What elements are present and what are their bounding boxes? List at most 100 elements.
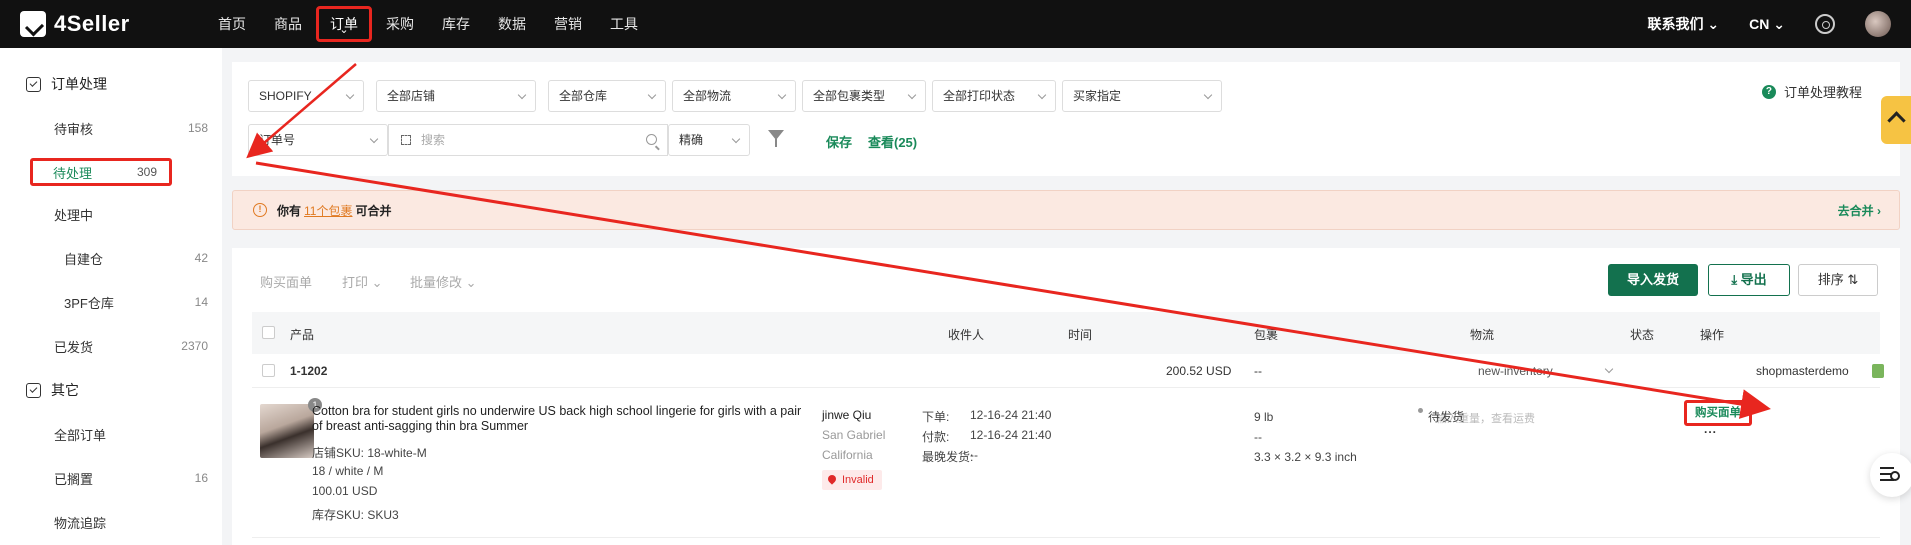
buy-label-button[interactable]: 购买面单 — [1684, 400, 1752, 426]
search-input[interactable]: 搜索 — [388, 124, 668, 156]
nav-data[interactable]: 数据 — [484, 6, 540, 42]
store-select[interactable]: 全部店铺 — [376, 80, 536, 112]
sort-button[interactable]: 排序 ⇅ — [1798, 264, 1878, 296]
product-title[interactable]: Cotton bra for student girls no underwir… — [312, 404, 802, 434]
chevron-down-icon[interactable] — [1604, 364, 1614, 374]
warehouse-select[interactable]: 全部仓库 — [548, 80, 666, 112]
paid-time: 12-16-24 21:40 — [970, 428, 1052, 442]
select-value: 全部包裹类型 — [813, 89, 886, 103]
status-badge: 待发货 — [1428, 410, 1465, 424]
side-plugin-tab[interactable] — [1881, 96, 1911, 144]
search-icon[interactable] — [646, 134, 657, 145]
location-pin-icon — [826, 473, 838, 485]
contact-us-menu[interactable]: 联系我们 ⌄ — [1648, 14, 1720, 34]
product-image[interactable] — [260, 404, 314, 458]
filter-panel: SHOPIFY 全部店铺 全部仓库 全部物流 全部包裹类型 全部打印状态 买家指… — [232, 62, 1900, 176]
logistics-select[interactable]: new-inventory — [1478, 364, 1553, 378]
view-saved-button[interactable]: 查看(25) — [868, 132, 917, 151]
col-recipient: 收件人 — [948, 328, 985, 342]
nav-inventory[interactable]: 库存 — [428, 6, 484, 42]
print-status-select[interactable]: 全部打印状态 — [932, 80, 1056, 112]
nav-home[interactable]: 首页 — [204, 6, 260, 42]
sidebar-item-processing[interactable]: 处理中 — [0, 192, 222, 236]
order-list-panel: 购买面单 打印 ⌄ 批量修改 ⌄ 导入发货 ⤓ 导出 排序 ⇅ 产品 收件人 时… — [232, 248, 1900, 545]
package-weight: 9 lb — [1254, 410, 1274, 424]
notice-suffix: 可合并 — [355, 203, 392, 218]
notice-package-link[interactable]: 11个包裹 — [304, 202, 352, 219]
sidebar-group-label: 订单处理 — [51, 76, 107, 92]
sidebar-item-self-warehouse[interactable]: 自建仓 42 — [0, 236, 222, 280]
latest-ship-time: -- — [970, 448, 978, 462]
top-navbar: 4Seller 首页 商品 订单 采购 库存 数据 营销 工具 联系我们 ⌄ C… — [0, 0, 1911, 48]
package-dash: -- — [1254, 430, 1262, 444]
order-time: 12-16-24 21:40 — [970, 408, 1052, 422]
floating-search-button[interactable] — [1870, 453, 1911, 497]
tutorial-link[interactable]: ? 订单处理教程 — [1761, 82, 1862, 101]
import-ship-button[interactable]: 导入发货 — [1608, 264, 1698, 296]
export-button[interactable]: ⤓ 导出 — [1708, 264, 1790, 296]
buy-label-batch-button[interactable]: 购买面单 — [260, 272, 312, 291]
sidebar-item-pending-review[interactable]: 待审核 158 — [0, 106, 222, 150]
sidebar-item-label: 已发货 — [54, 339, 94, 355]
sidebar-item-count: 14 — [194, 295, 208, 309]
recipient-city: San Gabriel — [822, 428, 886, 442]
col-action: 操作 — [1700, 328, 1725, 342]
sidebar-group-order-processing[interactable]: 订单处理 — [0, 62, 222, 106]
sidebar-item-all-orders[interactable]: 全部订单 — [0, 412, 222, 456]
top-right-actions: 联系我们 ⌄ CN ⌄ — [1648, 11, 1891, 37]
logistics-select[interactable]: 全部物流 — [672, 80, 796, 112]
invalid-address-tag: Invalid — [822, 470, 882, 490]
paid-time-label: 付款: — [922, 430, 950, 444]
store-sku: 店铺SKU: 18-white-M — [312, 446, 427, 460]
search-field-select[interactable]: 订单号 — [248, 124, 388, 156]
recipient-name[interactable]: jinwe Qiu — [822, 408, 871, 422]
language-menu[interactable]: CN ⌄ — [1749, 16, 1785, 33]
select-all-checkbox[interactable] — [262, 326, 275, 339]
select-value: 订单号 — [259, 133, 296, 147]
order-group-row: 1-1202 200.52 USD -- new-inventory shopm… — [252, 354, 1884, 388]
scan-icon — [401, 135, 411, 145]
sidebar-group-other[interactable]: 其它 — [0, 368, 222, 412]
sidebar-item-to-process[interactable]: 待处理 309 — [30, 158, 172, 186]
chevron-down-icon — [907, 90, 917, 100]
match-mode-select[interactable]: 精确 — [668, 124, 750, 156]
select-value: 全部店铺 — [387, 89, 436, 103]
tutorial-label: 订单处理教程 — [1783, 85, 1862, 100]
save-filter-button[interactable]: 保存 — [826, 132, 852, 151]
app-logo[interactable]: 4Seller — [20, 11, 200, 37]
user-avatar[interactable] — [1865, 11, 1891, 37]
sidebar-item-3pf-warehouse[interactable]: 3PF仓库 14 — [0, 280, 222, 324]
buyer-specified-select[interactable]: 买家指定 — [1062, 80, 1222, 112]
platform-select[interactable]: SHOPIFY — [248, 80, 364, 112]
sidebar-item-tracking[interactable]: 物流追踪 — [0, 500, 222, 544]
nav-marketing[interactable]: 营销 — [540, 6, 596, 42]
filter-icon[interactable] — [768, 130, 784, 147]
chevron-down-icon — [647, 90, 657, 100]
nav-tools[interactable]: 工具 — [596, 6, 652, 42]
variant: 18 / white / M — [312, 464, 384, 478]
nav-purchase[interactable]: 采购 — [372, 6, 428, 42]
chevron-down-icon — [731, 134, 741, 144]
status-dot-icon — [1418, 408, 1423, 413]
batch-edit-menu-button[interactable]: 批量修改 ⌄ — [410, 272, 477, 291]
order-checkbox[interactable] — [262, 364, 275, 377]
sidebar-item-label: 3PF仓库 — [64, 295, 114, 311]
print-menu-button[interactable]: 打印 ⌄ — [342, 272, 383, 291]
sidebar-item-shipped[interactable]: 已发货 2370 — [0, 324, 222, 368]
select-value: 全部物流 — [683, 89, 732, 103]
col-status: 状态 — [1630, 328, 1655, 342]
order-id[interactable]: 1-1202 — [290, 364, 327, 378]
nav-products[interactable]: 商品 — [260, 6, 316, 42]
more-actions-button[interactable]: ... — [1704, 422, 1717, 436]
package-type-select[interactable]: 全部包裹类型 — [802, 80, 926, 112]
merge-notice-bar: ! 你有 11个包裹 可合并 去合并 › — [232, 190, 1900, 230]
logo-text: 4Seller — [54, 11, 130, 36]
go-merge-link[interactable]: 去合并 › — [1838, 202, 1881, 219]
notice-prefix: 你有 — [277, 203, 302, 218]
select-value: 全部仓库 — [559, 89, 608, 103]
sidebar-item-label: 已搁置 — [54, 471, 94, 487]
nav-orders[interactable]: 订单 — [316, 6, 372, 42]
settings-icon[interactable] — [1815, 14, 1835, 34]
sidebar: 订单处理 待审核 158 待处理 309 处理中 自建仓 42 3PF仓库 14… — [0, 48, 222, 545]
sidebar-item-on-hold[interactable]: 已搁置 16 — [0, 456, 222, 500]
